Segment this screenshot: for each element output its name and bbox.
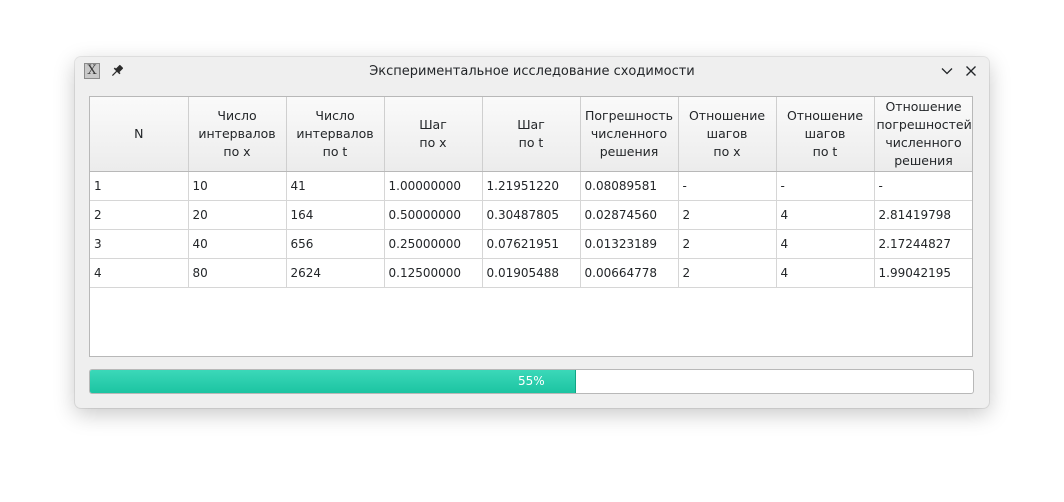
table-cell[interactable]: 1.21951220 <box>482 171 581 201</box>
table-cell[interactable]: 41 <box>286 171 385 201</box>
table-row[interactable]: 3 40 656 0.25000000 0.07621951 0.0132318… <box>90 229 972 259</box>
table-cell[interactable]: 0.50000000 <box>384 200 483 230</box>
table-cell[interactable]: 2 <box>90 200 189 230</box>
table-row[interactable]: 4 80 2624 0.12500000 0.01905488 0.006647… <box>90 258 972 288</box>
table-cell[interactable]: 20 <box>188 200 287 230</box>
title-bar[interactable]: X Экспериментальное исследование сходимо… <box>75 57 989 86</box>
convergence-window: X Экспериментальное исследование сходимо… <box>75 57 989 408</box>
table-cell[interactable]: 80 <box>188 258 287 288</box>
table-cell[interactable]: 656 <box>286 229 385 259</box>
table-cell[interactable]: 4 <box>776 258 875 288</box>
progress-label: 55% <box>518 374 545 388</box>
table-cell[interactable]: 3 <box>90 229 189 259</box>
table-cell[interactable]: 0.12500000 <box>384 258 483 288</box>
table-cell[interactable]: 0.30487805 <box>482 200 581 230</box>
column-header-step-ratio-x[interactable]: Отношение шагов по x <box>678 97 777 172</box>
column-header-step-t[interactable]: Шаг по t <box>482 97 581 172</box>
table-cell[interactable]: 164 <box>286 200 385 230</box>
table-cell[interactable]: 2 <box>678 200 777 230</box>
table-cell[interactable]: 1.00000000 <box>384 171 483 201</box>
table-cell[interactable]: 2 <box>678 258 777 288</box>
table-cell[interactable]: 2 <box>678 229 777 259</box>
table-cell[interactable]: 10 <box>188 171 287 201</box>
table-cell[interactable]: - <box>874 171 972 201</box>
progress-fill <box>90 370 576 393</box>
table-row[interactable]: 2 20 164 0.50000000 0.30487805 0.0287456… <box>90 200 972 230</box>
progress-bar: 55% <box>89 369 974 394</box>
table-cell[interactable]: 0.25000000 <box>384 229 483 259</box>
table-cell[interactable]: 4 <box>776 200 875 230</box>
column-header-intervals-t[interactable]: Число интервалов по t <box>286 97 385 172</box>
table-row[interactable]: 1 10 41 1.00000000 1.21951220 0.08089581… <box>90 171 972 201</box>
table-header-row: N Число интервалов по x Число интервалов… <box>90 97 972 172</box>
column-header-step-x[interactable]: Шаг по x <box>384 97 483 172</box>
results-table-frame[interactable]: N Число интервалов по x Число интервалов… <box>89 96 973 357</box>
table-cell[interactable]: 2.81419798 <box>874 200 972 230</box>
table-cell[interactable]: 0.00664778 <box>580 258 679 288</box>
table-cell[interactable]: 2.17244827 <box>874 229 972 259</box>
column-header-error-ratio[interactable]: Отношение погрешностей численного решени… <box>874 97 972 172</box>
column-header-n[interactable]: N <box>90 97 189 172</box>
table-cell[interactable]: 2624 <box>286 258 385 288</box>
table-cell[interactable]: 4 <box>90 258 189 288</box>
table-cell[interactable]: 0.02874560 <box>580 200 679 230</box>
window-title: Экспериментальное исследование сходимост… <box>369 64 695 79</box>
column-header-step-ratio-t[interactable]: Отношение шагов по t <box>776 97 875 172</box>
table-cell[interactable]: 0.01323189 <box>580 229 679 259</box>
table-cell[interactable]: 1 <box>90 171 189 201</box>
table-cell[interactable]: 0.01905488 <box>482 258 581 288</box>
pin-icon[interactable] <box>109 63 125 79</box>
table-cell[interactable]: 1.99042195 <box>874 258 972 288</box>
table-cell[interactable]: - <box>678 171 777 201</box>
table-cell[interactable]: - <box>776 171 875 201</box>
table-cell[interactable]: 0.08089581 <box>580 171 679 201</box>
table-cell[interactable]: 0.07621951 <box>482 229 581 259</box>
close-icon[interactable] <box>963 63 979 79</box>
column-header-error[interactable]: Погрешность численного решения <box>580 97 679 172</box>
x-app-icon[interactable]: X <box>84 63 100 79</box>
column-header-intervals-x[interactable]: Число интервалов по x <box>188 97 287 172</box>
table-cell[interactable]: 4 <box>776 229 875 259</box>
results-table: N Число интервалов по x Число интервалов… <box>90 97 972 288</box>
chevron-down-icon[interactable] <box>939 63 955 79</box>
table-cell[interactable]: 40 <box>188 229 287 259</box>
